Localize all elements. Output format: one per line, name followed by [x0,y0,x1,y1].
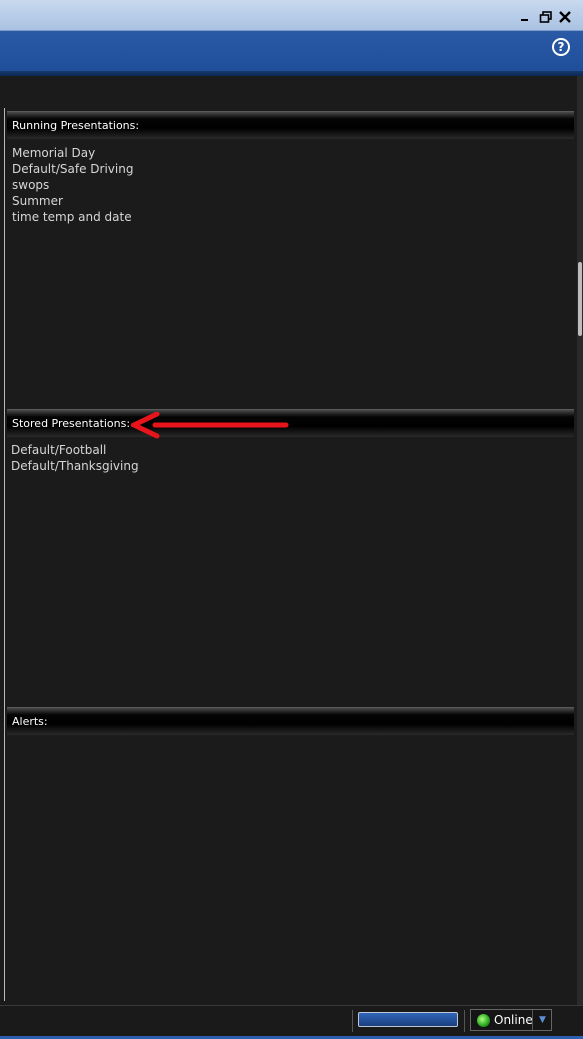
running-presentations-title: Running Presentations: [12,119,140,132]
header-band-edge [0,71,583,76]
stored-presentations-header: Stored Presentations: [7,409,574,437]
list-item[interactable]: Memorial Day [12,145,133,161]
alerts-header: Alerts: [7,707,574,735]
left-divider [4,108,5,1001]
stored-presentations-list: Default/Football Default/Thanksgiving [11,442,139,474]
running-presentations-header: Running Presentations: [7,111,574,139]
online-status-icon [477,1014,490,1027]
status-separator [464,1010,465,1032]
list-item[interactable]: swops [12,177,133,193]
header-band [0,31,583,71]
list-item[interactable]: Default/Thanksgiving [11,458,139,474]
status-bar: Online ▼ [0,1005,583,1039]
close-icon[interactable] [558,10,572,24]
connection-status-label: Online [494,1013,533,1027]
title-bar [0,0,583,31]
progress-bar [358,1012,458,1027]
list-item[interactable]: Default/Safe Driving [12,161,133,177]
alerts-title: Alerts: [12,715,48,728]
help-icon[interactable]: ? [552,38,570,56]
status-separator [352,1010,353,1032]
minimize-icon[interactable] [518,10,532,24]
restore-icon[interactable] [539,10,553,24]
scrollbar[interactable] [577,76,583,1005]
stored-presentations-title: Stored Presentations: [12,417,131,430]
list-item[interactable]: time temp and date [12,209,133,225]
list-item[interactable]: Summer [12,193,133,209]
running-presentations-list: Memorial Day Default/Safe Driving swops … [12,145,133,225]
red-arrow-annotation [131,412,289,439]
scrollbar-thumb[interactable] [578,262,582,336]
connection-status-dropdown[interactable]: Online ▼ [470,1009,552,1031]
chevron-down-icon[interactable]: ▼ [532,1010,552,1030]
list-item[interactable]: Default/Football [11,442,139,458]
